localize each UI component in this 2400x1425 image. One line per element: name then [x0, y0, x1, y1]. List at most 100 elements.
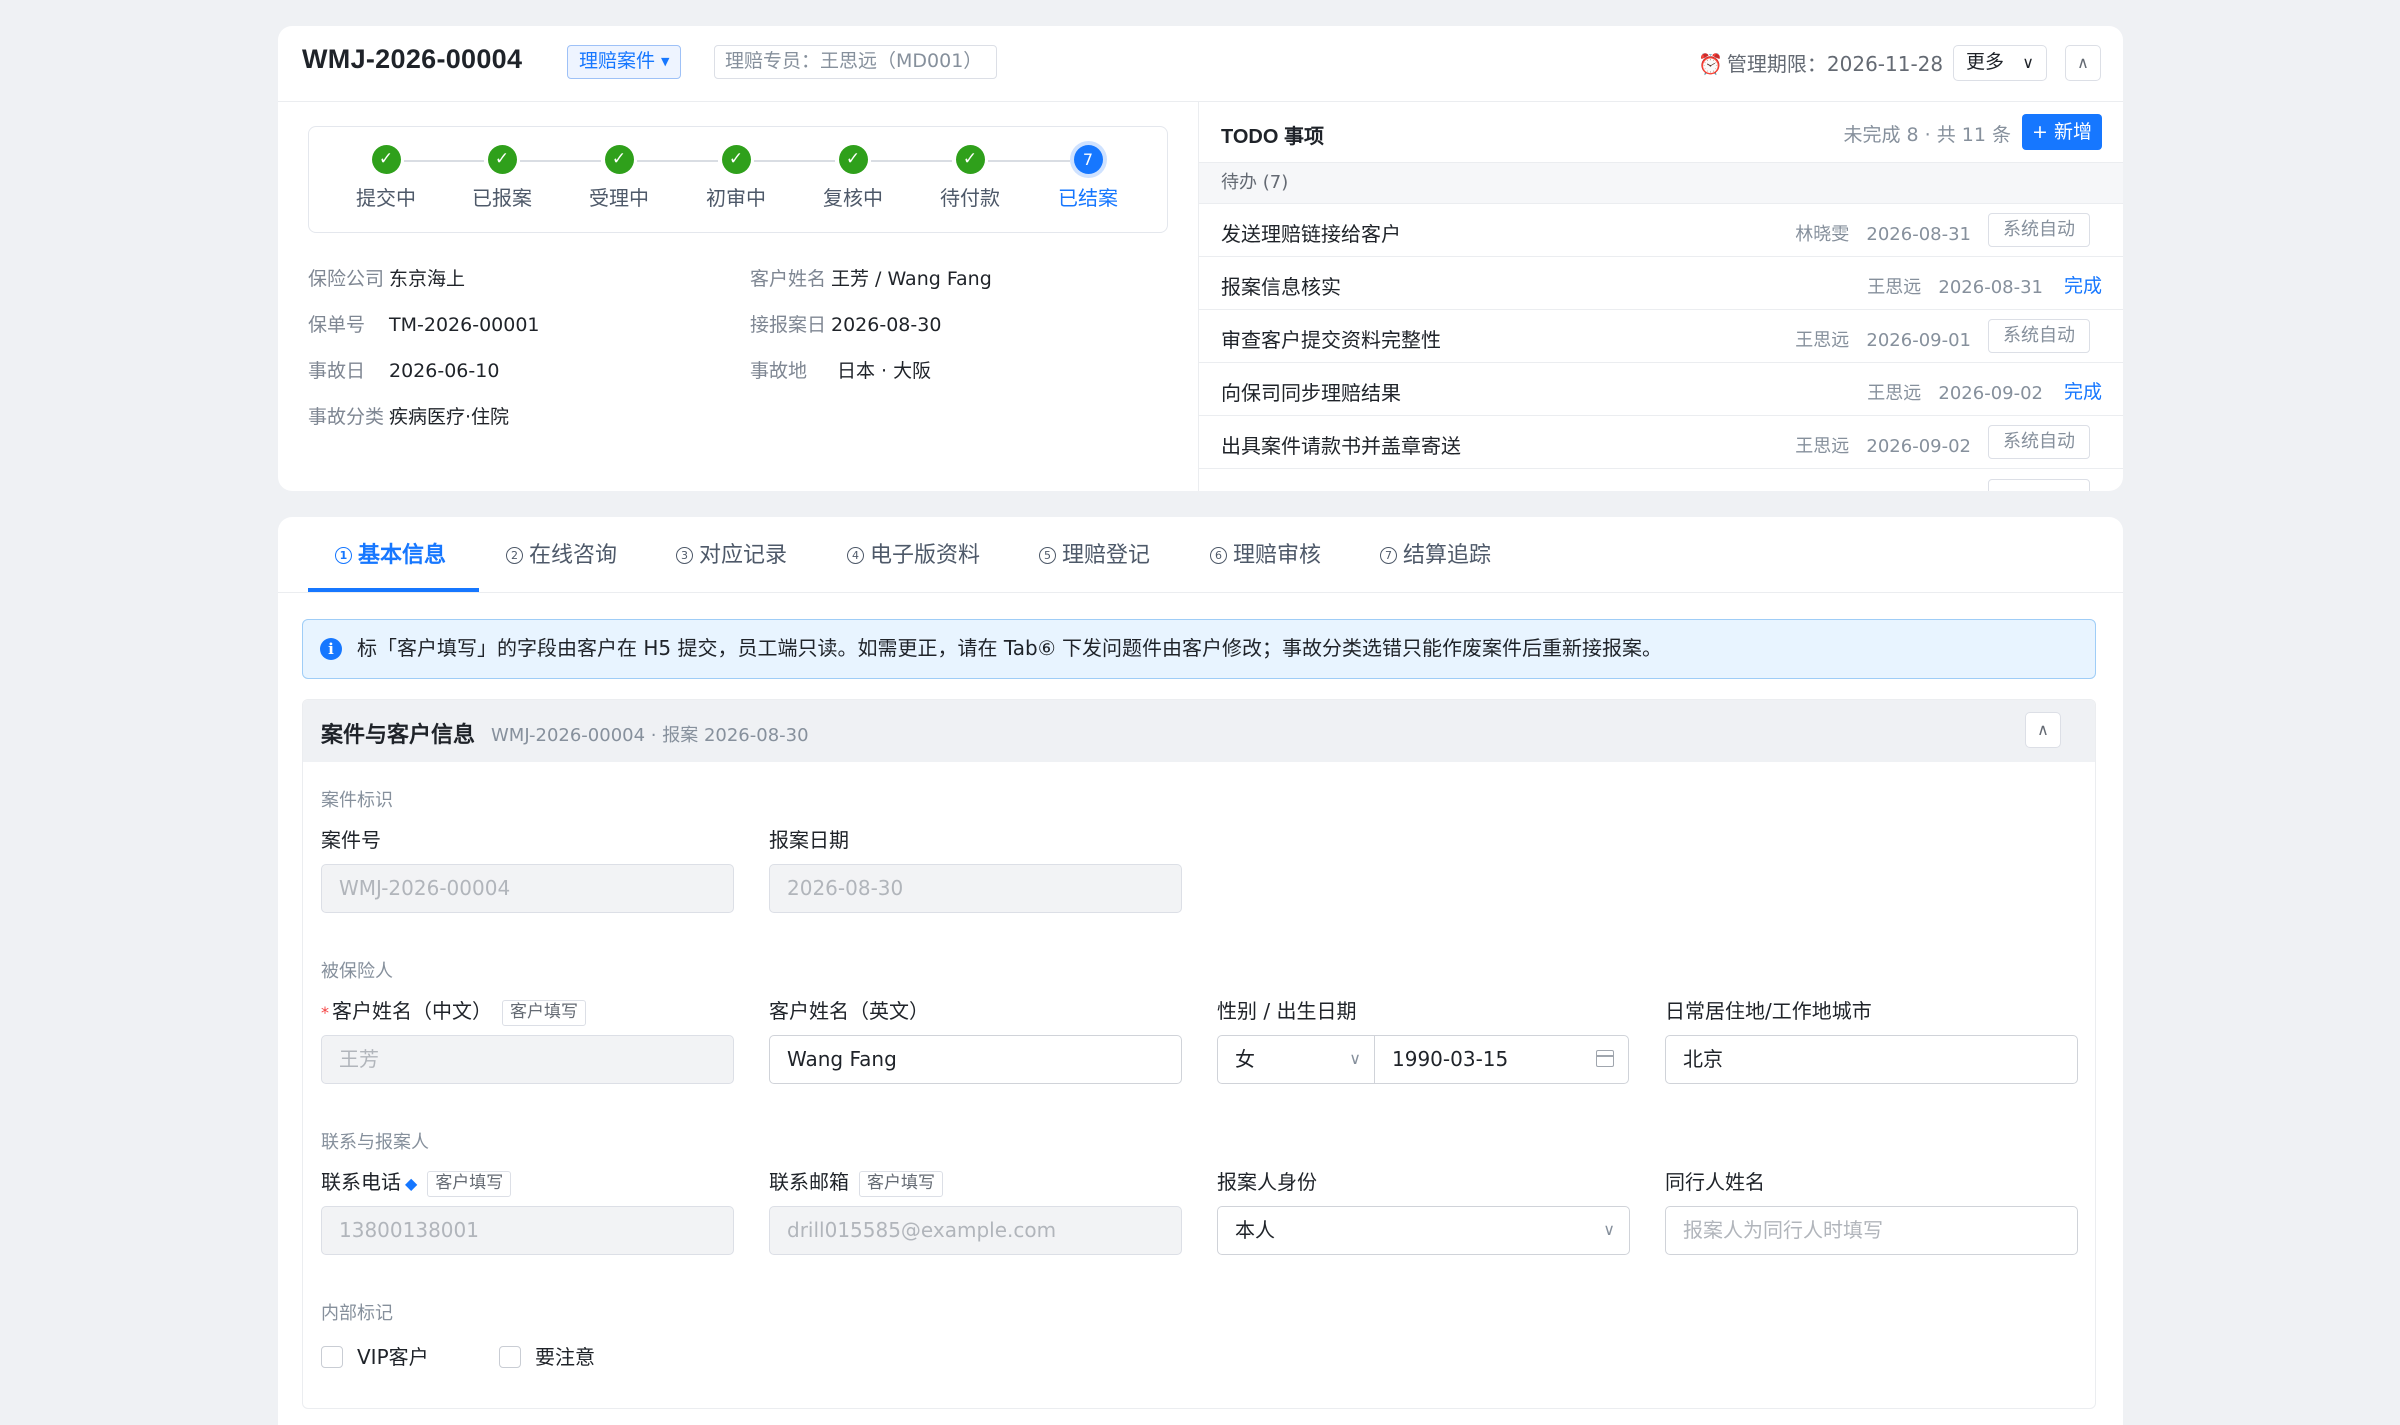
collapse-header-button[interactable]: ∧ [2065, 45, 2101, 81]
todo-item-title: 审查客户提交资料完整性 [1221, 328, 1441, 352]
email-label: 联系邮箱 客户填写 [769, 1166, 943, 1197]
email-input[interactable]: drill015585@example.com [769, 1206, 1182, 1255]
companion-input[interactable]: 报案人为同行人时填写 [1665, 1206, 2078, 1255]
section-collapse-button[interactable]: ∧ [2025, 712, 2061, 748]
checkbox-box[interactable] [499, 1346, 521, 1368]
tab-label: 电子版资料 [870, 543, 981, 568]
todo-item-date: 2026-09-02 [1866, 436, 1971, 457]
todo-header: TODO 事项 未完成 8 · 共 11 条 + 新增 [1199, 102, 2123, 162]
todo-item-title: 报案信息核实 [1221, 275, 1341, 299]
case-overview-card: WMJ-2026-00004 理赔案件 ▼ 理赔专员：王思远（MD001） ⏰ 管理… [278, 26, 2123, 491]
step-7[interactable]: 7 已结案 [1028, 145, 1148, 211]
vip-checkbox[interactable]: VIP客户 [321, 1341, 429, 1370]
report-date-label: 报案日期 [769, 828, 849, 852]
todo-item[interactable]: 报案信息核实 王思远 2026-08-31 完成 [1199, 257, 2123, 310]
todo-item[interactable]: 审查客户提交资料完整性 王思远 2026-09-01 系统自动 [1199, 310, 2123, 363]
tab-number: 6 [1210, 547, 1227, 564]
step-3[interactable]: ✓ 受理中 [559, 145, 679, 211]
todo-item-owner: 王思远 [1867, 383, 1922, 404]
place-value: 日本 · 大阪 [837, 360, 932, 382]
add-todo-button[interactable]: + 新增 [2022, 114, 2102, 150]
todo-item[interactable]: 向保司同步理赔结果 王思远 2026-09-02 完成 [1199, 363, 2123, 416]
system-auto-button[interactable] [1988, 479, 2090, 491]
tab-3[interactable]: 3 对应记录 [676, 537, 787, 569]
section-title: 案件与客户信息 [321, 723, 476, 748]
tab-1[interactable]: 1 基本信息 [335, 537, 446, 569]
todo-item[interactable]: 发送理赔链接给客户 林晓雯 2026-08-31 系统自动 [1199, 204, 2123, 257]
report-date-key: 接报案日 [750, 314, 827, 336]
tab-bar: 1 基本信息 2 在线咨询 3 对应记录 4 电子版资料 5 理赔登记 6 理赔审核 7 结算追踪 [278, 517, 2123, 593]
todo-item-owner: 王思远 [1795, 436, 1850, 457]
accident-date-value: 2026-06-10 [389, 360, 500, 382]
todo-item-partial [1199, 469, 2123, 491]
tab-number: 3 [676, 547, 693, 564]
check-icon: ✓ [487, 145, 517, 174]
chevron-down-icon: ∨ [1349, 1049, 1361, 1068]
tab-5[interactable]: 5 理赔登记 [1039, 537, 1150, 569]
step-6[interactable]: ✓ 待付款 [910, 145, 1030, 211]
step-label: 已结案 [1058, 186, 1118, 210]
system-auto-button[interactable]: 系统自动 [1988, 425, 2090, 459]
email-label-text: 联系邮箱 [769, 1170, 849, 1194]
customer-filled-tag: 客户填写 [502, 1000, 586, 1026]
tab-4[interactable]: 4 电子版资料 [847, 537, 980, 569]
phone-input[interactable]: 13800138001 [321, 1206, 734, 1255]
dob-date-picker[interactable]: 1990-03-15 [1374, 1035, 1629, 1084]
insurer-field: 保险公司 东京海上 [308, 264, 465, 291]
checkbox-box[interactable] [321, 1346, 343, 1368]
info-notice: i 标「客户填写」的字段由客户在 H5 提交，员工端只读。如需更正，请在 Tab… [302, 619, 2096, 679]
more-button[interactable]: 更多 ∨ [1953, 45, 2047, 81]
tab-2[interactable]: 2 在线咨询 [506, 537, 617, 569]
attention-checkbox[interactable]: 要注意 [499, 1341, 595, 1370]
tab-label: 基本信息 [358, 543, 447, 568]
todo-count: 未完成 8 · 共 11 条 [1843, 124, 2011, 146]
chevron-up-icon: ∧ [2037, 720, 2049, 739]
chevron-up-icon: ∧ [2077, 53, 2089, 72]
gender-select[interactable]: 女 ∨ [1217, 1035, 1376, 1084]
system-auto-button[interactable]: 系统自动 [1988, 213, 2090, 247]
case-type-label: 理赔案件 [579, 50, 656, 72]
todo-item[interactable]: 出具案件请款书并盖章寄送 王思远 2026-09-02 系统自动 [1199, 416, 2123, 469]
step-2[interactable]: ✓ 已报案 [442, 145, 562, 211]
todo-panel: TODO 事项 未完成 8 · 共 11 条 + 新增 待办 (7) 发送理赔链… [1198, 102, 2123, 491]
chevron-down-icon: ∨ [1603, 1220, 1615, 1239]
group-contact: 联系与报案人 [321, 1132, 429, 1153]
reporter-select[interactable]: 本人 ∨ [1217, 1206, 1630, 1255]
todo-item-meta: 王思远 2026-09-02 [1795, 432, 1971, 458]
step-4[interactable]: ✓ 初审中 [676, 145, 796, 211]
todo-item-title: 出具案件请款书并盖章寄送 [1221, 434, 1461, 458]
todo-item-meta: 王思远 2026-08-31 [1867, 273, 2043, 299]
companion-label: 同行人姓名 [1665, 1170, 1765, 1194]
system-auto-button[interactable]: 系统自动 [1988, 319, 2090, 353]
todo-item-title: 发送理赔链接给客户 [1221, 222, 1401, 246]
complete-link[interactable]: 完成 [2064, 271, 2102, 298]
name-en-input[interactable]: Wang Fang [769, 1035, 1182, 1084]
policy-field: 保单号 TM-2026-00001 [308, 310, 540, 337]
tab-7[interactable]: 7 结算追踪 [1380, 537, 1491, 569]
complete-link[interactable]: 完成 [2064, 377, 2102, 404]
report-date-input[interactable]: 2026-08-30 [769, 864, 1182, 913]
notice-text: 标「客户填写」的字段由客户在 H5 提交，员工端只读。如需更正，请在 Tab⑥ … [357, 636, 1662, 660]
reporter-label: 报案人身份 [1217, 1170, 1317, 1194]
city-input[interactable]: 北京 [1665, 1035, 2078, 1084]
deadline-text: 管理期限：2026-11-28 [1726, 52, 1944, 76]
case-no-input[interactable]: WMJ-2026-00004 [321, 864, 734, 913]
step-5[interactable]: ✓ 复核中 [793, 145, 913, 211]
check-icon: ✓ [838, 145, 868, 174]
case-header: WMJ-2026-00004 理赔案件 ▼ 理赔专员：王思远（MD001） ⏰ 管理… [278, 26, 2123, 102]
tab-label: 理赔审核 [1233, 543, 1322, 568]
tab-6[interactable]: 6 理赔审核 [1210, 537, 1321, 569]
insurer-value: 东京海上 [389, 268, 466, 290]
name-en-label: 客户姓名（英文） [769, 999, 929, 1023]
more-label: 更多 [1966, 51, 2005, 73]
tab-number: 7 [1380, 547, 1397, 564]
step-label: 复核中 [823, 186, 883, 210]
calendar-icon [1596, 1050, 1614, 1067]
todo-item-meta: 王思远 2026-09-02 [1867, 379, 2043, 405]
name-cn-label-text: 客户姓名（中文） [332, 999, 492, 1023]
todo-item-meta: 王思远 2026-09-01 [1795, 326, 1971, 352]
case-type-dropdown[interactable]: 理赔案件 ▼ [567, 45, 682, 79]
customer-filled-tag: 客户填写 [427, 1171, 512, 1197]
name-cn-input[interactable]: 王芳 [321, 1035, 734, 1084]
step-1[interactable]: ✓ 提交中 [326, 145, 446, 211]
